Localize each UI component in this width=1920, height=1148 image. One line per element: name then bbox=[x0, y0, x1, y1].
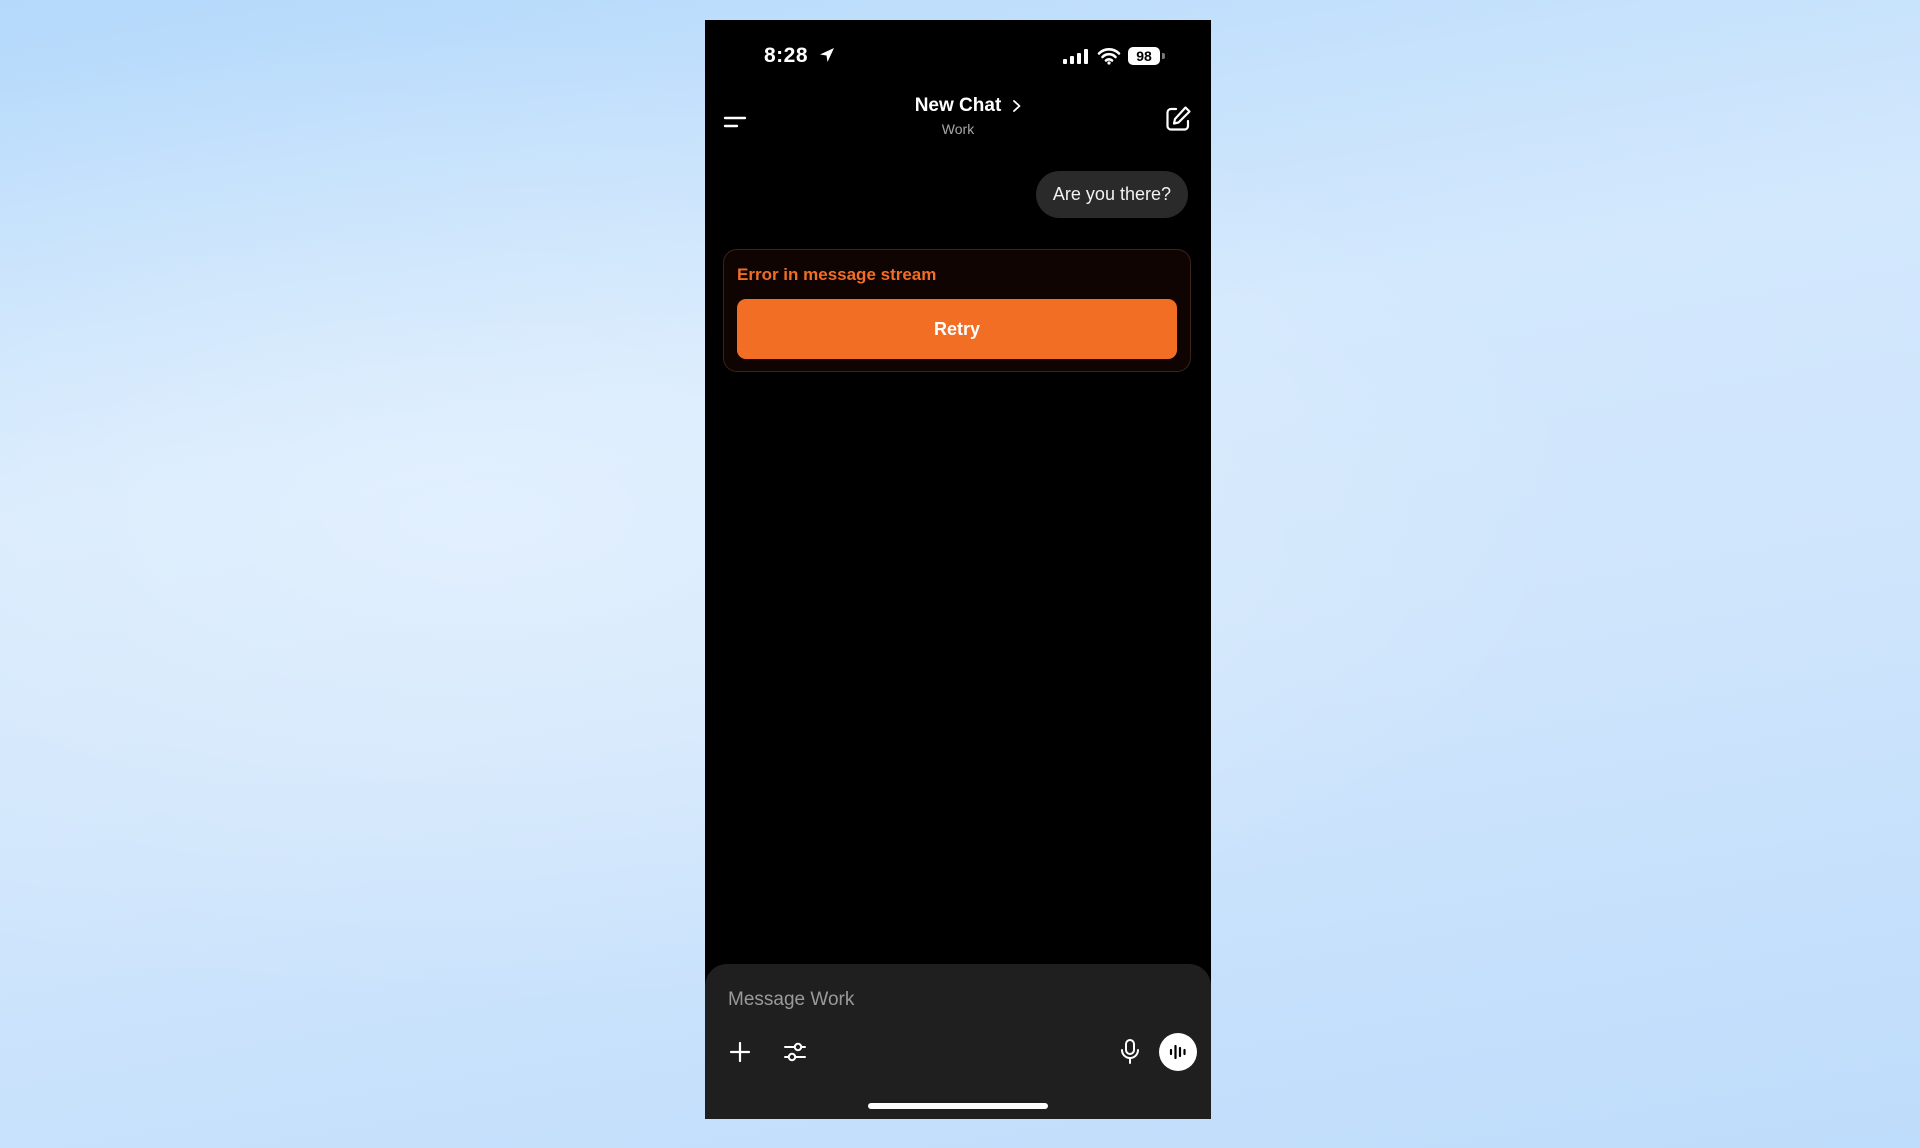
battery-tip bbox=[1162, 53, 1165, 59]
wifi-icon bbox=[1097, 48, 1121, 65]
compose-icon[interactable] bbox=[1163, 104, 1193, 134]
sliders-icon[interactable] bbox=[782, 1039, 808, 1065]
chat-title-button[interactable]: New Chat Work bbox=[835, 95, 1081, 137]
voice-mode-icon bbox=[1169, 1044, 1186, 1060]
retry-button[interactable]: Retry bbox=[737, 299, 1177, 359]
chat-title: New Chat bbox=[914, 95, 1002, 116]
home-indicator[interactable] bbox=[868, 1103, 1048, 1109]
plus-icon[interactable] bbox=[727, 1039, 753, 1065]
user-message-bubble: Are you there? bbox=[1035, 171, 1188, 218]
battery-icon: 98 bbox=[1128, 47, 1160, 65]
voice-mode-button[interactable] bbox=[1159, 1033, 1197, 1071]
signal-icon bbox=[1063, 49, 1088, 64]
phone-screen: 8:28 98 New Chat Work Are you there? Err… bbox=[705, 20, 1211, 1119]
menu-icon[interactable] bbox=[721, 107, 751, 137]
error-message: Error in message stream bbox=[737, 265, 937, 284]
status-time: 8:28 bbox=[764, 44, 809, 67]
chevron-right-icon bbox=[1013, 100, 1021, 112]
location-arrow-icon bbox=[820, 48, 834, 62]
microphone-icon[interactable] bbox=[1117, 1038, 1143, 1066]
composer bbox=[705, 964, 1211, 1119]
message-input[interactable] bbox=[728, 986, 1148, 1014]
error-card: Error in message stream Retry bbox=[723, 249, 1191, 372]
project-subtitle: Work bbox=[941, 121, 975, 137]
